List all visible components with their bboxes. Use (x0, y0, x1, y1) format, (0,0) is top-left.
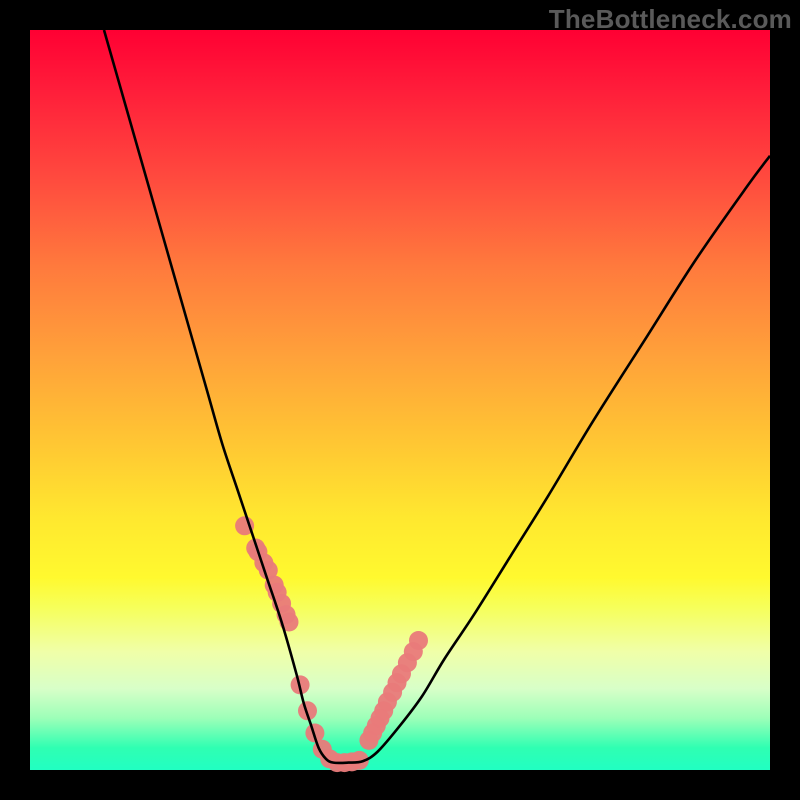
bottleneck-curve (104, 30, 770, 763)
highlight-dot (409, 631, 428, 650)
plot-area (30, 30, 770, 770)
chart-svg (30, 30, 770, 770)
highlight-dots-layer (235, 516, 428, 772)
chart-frame: TheBottleneck.com (0, 0, 800, 800)
